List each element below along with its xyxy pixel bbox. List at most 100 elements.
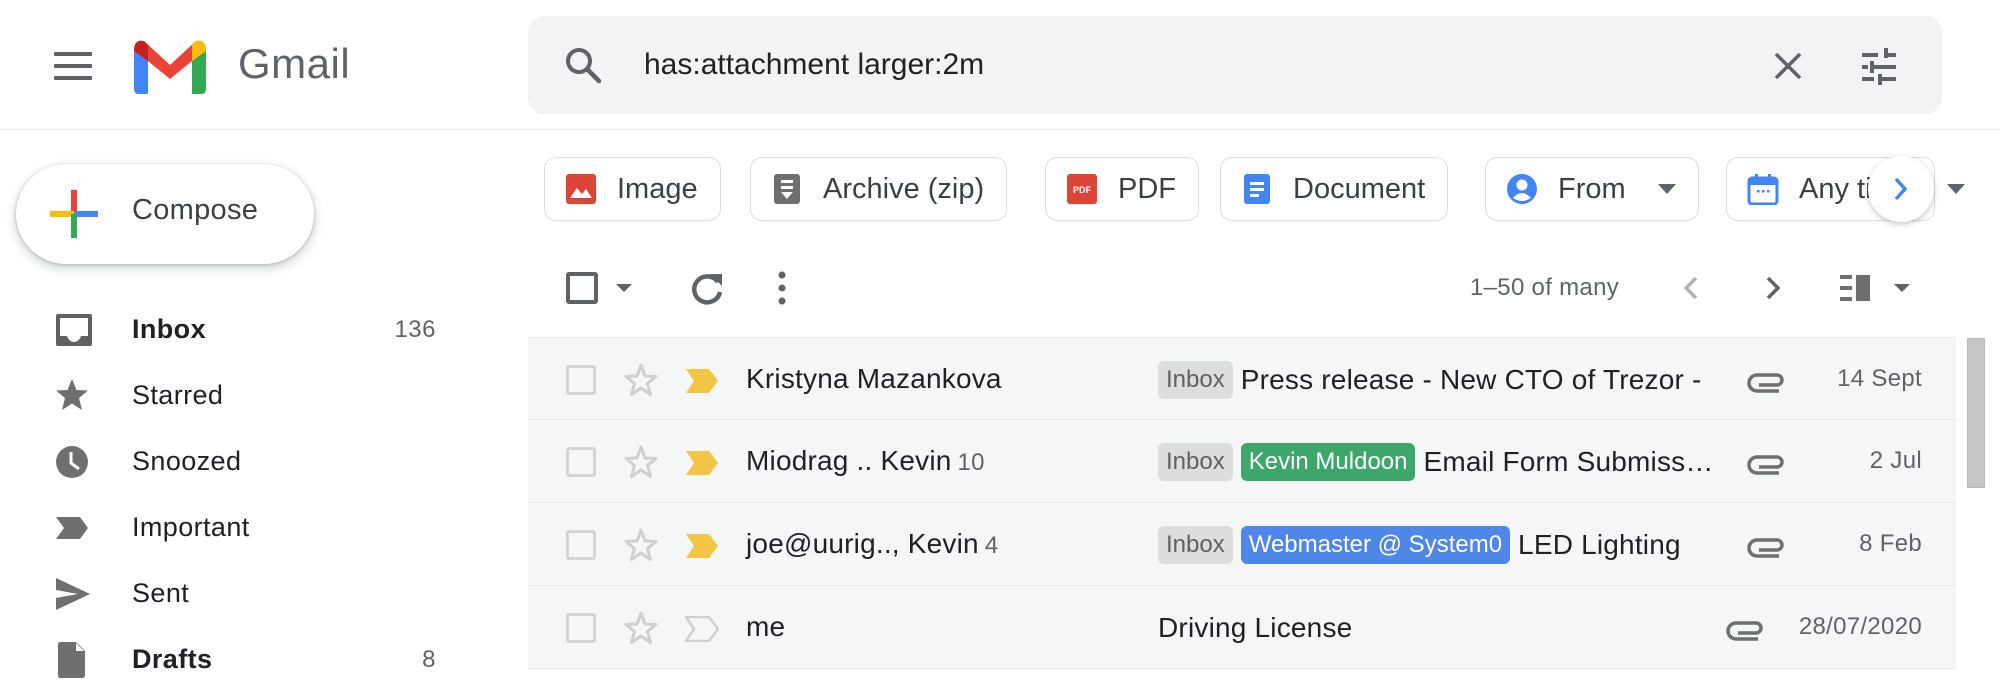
- menu-icon-bar: [54, 52, 92, 56]
- pagination-info: 1–50 of many: [1470, 274, 1620, 301]
- label-badge[interactable]: Webmaster @ System0: [1240, 526, 1511, 564]
- email-date: 8 Feb: [1859, 530, 1922, 557]
- dropdown-caret-icon[interactable]: [1947, 184, 1965, 194]
- star-icon[interactable]: [623, 610, 659, 646]
- email-subject: Email Form Submission: [1423, 446, 1714, 477]
- calendar-icon: [1747, 174, 1779, 205]
- row-checkbox[interactable]: [566, 530, 596, 560]
- email-date: 2 Jul: [1869, 447, 1922, 474]
- attachment-icon[interactable]: [1747, 449, 1787, 475]
- important-marker-icon[interactable]: [685, 450, 719, 476]
- thread-count: 4: [984, 532, 999, 559]
- chip-label: PDF: [1118, 172, 1176, 205]
- close-icon[interactable]: [1768, 46, 1808, 86]
- attachment-icon[interactable]: [1747, 367, 1787, 393]
- label-badge[interactable]: Inbox: [1158, 443, 1233, 481]
- compose-label: Compose: [132, 194, 259, 226]
- select-all-checkbox[interactable]: [566, 272, 598, 304]
- label-badge[interactable]: Kevin Muldoon: [1240, 443, 1416, 481]
- main-menu-button[interactable]: [44, 42, 104, 90]
- email-subject: Driving License: [1158, 612, 1353, 643]
- row-checkbox[interactable]: [566, 365, 596, 395]
- sidebar-item-sent[interactable]: Sent: [0, 561, 470, 627]
- split-pane-icon[interactable]: [1840, 272, 1876, 304]
- draft-count: 8: [422, 646, 436, 673]
- unread-count: 136: [394, 316, 436, 343]
- email-subject-line: Inbox Press release - New CTO of Trezor -: [1158, 360, 1702, 400]
- email-subject-line: Driving License: [1158, 608, 1352, 648]
- important-marker-icon[interactable]: [685, 533, 719, 559]
- email-subject-line: Inbox Kevin Muldoon Email Form Submission: [1158, 442, 1713, 482]
- chip-pdf[interactable]: PDF PDF: [1045, 157, 1199, 221]
- email-sender: joe@uurig.., Kevin 4: [746, 528, 998, 560]
- sidebar-item-label: Important: [132, 512, 250, 542]
- gmail-logo-icon[interactable]: [132, 37, 208, 95]
- list-scrollbar[interactable]: [1967, 338, 1985, 488]
- sidebar-item-inbox[interactable]: Inbox 136: [0, 297, 470, 363]
- sidebar-item-snoozed[interactable]: Snoozed: [0, 429, 470, 495]
- sidebar-nav: Inbox 136 Starred Snoozed Important Sent…: [0, 297, 470, 693]
- star-icon[interactable]: [623, 527, 659, 563]
- email-sender: me: [746, 611, 791, 643]
- email-subject-line: Inbox Webmaster @ System0 LED Lighting: [1158, 525, 1681, 565]
- search-icon[interactable]: [562, 44, 606, 88]
- email-subject: Press release - New CTO of Trezor -: [1240, 364, 1702, 395]
- chip-label: Image: [617, 172, 698, 205]
- sender-name: me: [746, 611, 786, 642]
- chip-label: From: [1558, 172, 1626, 205]
- row-checkbox[interactable]: [566, 447, 596, 477]
- email-row[interactable]: joe@uurig.., Kevin 4 Inbox Webmaster @ Sys…: [528, 503, 1956, 586]
- sidebar-item-label: Starred: [132, 380, 224, 410]
- email-subject: LED Lighting: [1518, 529, 1681, 560]
- thread-count: 10: [957, 449, 985, 476]
- sidebar-item-important[interactable]: Important: [0, 495, 470, 561]
- row-checkbox[interactable]: [566, 613, 596, 643]
- more-vert-icon[interactable]: [774, 268, 790, 308]
- clock-icon: [56, 446, 88, 478]
- chevron-left-icon[interactable]: [1676, 272, 1706, 304]
- email-date: 14 Sept: [1837, 365, 1922, 392]
- search-chips: Image Archive (zip) PDF PDF Document Fro…: [544, 157, 2000, 221]
- search-input[interactable]: [644, 42, 1644, 88]
- label-badge[interactable]: Inbox: [1158, 361, 1233, 399]
- draft-icon: [58, 642, 85, 678]
- chips-scroll-right-button[interactable]: [1868, 156, 1934, 222]
- sidebar-item-label: Sent: [132, 578, 190, 608]
- sidebar-item-starred[interactable]: Starred: [0, 363, 470, 429]
- list-toolbar: 1–50 of many: [528, 258, 1958, 318]
- sender-name: Kristyna Mazankova: [746, 363, 1002, 394]
- chip-document[interactable]: Document: [1220, 157, 1449, 221]
- search-options-icon[interactable]: [1858, 46, 1900, 88]
- label-badge[interactable]: Inbox: [1158, 526, 1233, 564]
- chip-label: Document: [1293, 172, 1426, 205]
- attachment-icon[interactable]: [1726, 615, 1766, 641]
- important-marker-icon[interactable]: [685, 368, 719, 394]
- sidebar-item-label: Snoozed: [132, 446, 242, 476]
- archive-icon: [774, 174, 800, 204]
- important-marker-icon[interactable]: [685, 616, 719, 642]
- sidebar-item-drafts[interactable]: Drafts 8: [0, 627, 470, 693]
- chip-archive[interactable]: Archive (zip): [750, 157, 1008, 221]
- important-icon: [56, 517, 88, 539]
- attachment-icon[interactable]: [1747, 532, 1787, 558]
- refresh-icon[interactable]: [688, 270, 726, 308]
- email-row[interactable]: me Driving License 28/07/2020: [528, 586, 1956, 669]
- compose-button[interactable]: Compose: [16, 164, 314, 264]
- chevron-right-icon[interactable]: [1758, 272, 1788, 304]
- star-icon[interactable]: [623, 362, 659, 398]
- inbox-icon: [56, 314, 92, 346]
- top-header: Gmail: [0, 0, 2000, 130]
- star-icon[interactable]: [623, 444, 659, 480]
- email-row[interactable]: Miodrag .. Kevin 10 Inbox Kevin Muldoon Ema…: [528, 420, 1956, 503]
- image-icon: [566, 174, 596, 204]
- email-date: 28/07/2020: [1798, 613, 1922, 640]
- plus-icon: [50, 190, 98, 238]
- chip-from[interactable]: From: [1485, 157, 1699, 221]
- email-list: Kristyna Mazankova Inbox Press release - …: [528, 337, 1956, 669]
- email-sender: Miodrag .. Kevin 10: [746, 445, 985, 477]
- svg-text:PDF: PDF: [1073, 185, 1092, 195]
- chip-image[interactable]: Image: [544, 157, 721, 221]
- select-dropdown-icon[interactable]: [616, 284, 632, 292]
- email-row[interactable]: Kristyna Mazankova Inbox Press release - …: [528, 337, 1956, 420]
- split-dropdown-icon[interactable]: [1894, 284, 1910, 292]
